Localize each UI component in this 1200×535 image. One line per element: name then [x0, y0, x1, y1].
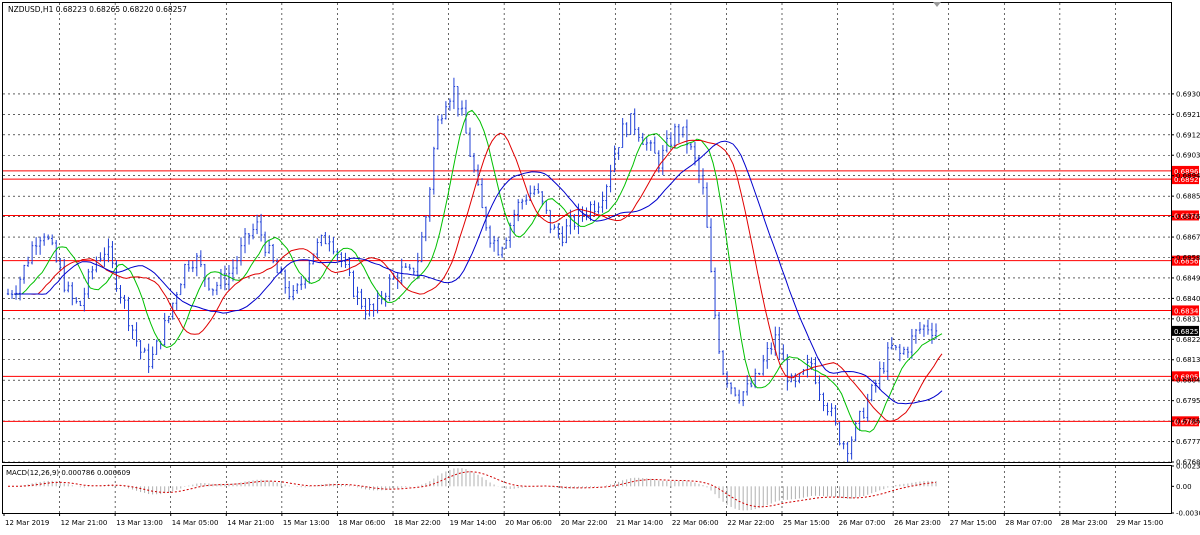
price-label: 0.69300: [1176, 90, 1200, 98]
price-label: 0.69030: [1176, 152, 1200, 160]
macd-label: 0.00: [1176, 483, 1192, 491]
time-label: 12 Mar 21:00: [61, 519, 108, 527]
price-label: 0.69210: [1176, 111, 1200, 119]
price-label: 0.69120: [1176, 131, 1200, 139]
time-label: 19 Mar 14:00: [450, 519, 497, 527]
time-label: 27 Mar 15:00: [950, 519, 997, 527]
price-label: 0.68220: [1176, 336, 1200, 344]
time-label: 22 Mar 22:00: [727, 519, 774, 527]
time-label: 14 Mar 21:00: [227, 519, 274, 527]
symbol-info: NZDUSD,H1 0.68223 0.68265 0.68220 0.6825…: [8, 5, 187, 14]
time-label: 26 Mar 07:00: [839, 519, 886, 527]
chart-window: 0.689250.689610.687650.685660.683470.680…: [0, 0, 1200, 531]
time-label: 13 Mar 13:00: [116, 519, 163, 527]
time-label: 20 Mar 22:00: [561, 519, 608, 527]
time-label: 20 Mar 06:00: [505, 519, 552, 527]
time-label: 25 Mar 15:00: [783, 519, 830, 527]
macd-label: 0.00234: [1176, 463, 1200, 471]
price-label: 0.67770: [1176, 438, 1200, 446]
time-label: 14 Mar 05:00: [172, 519, 219, 527]
time-label: 12 Mar 2019: [5, 519, 49, 527]
price-label: 0.68400: [1176, 295, 1200, 303]
price-label: 0.68040: [1176, 377, 1200, 385]
price-label: 0.68580: [1176, 254, 1200, 262]
time-label: 22 Mar 06:00: [672, 519, 719, 527]
macd-info: MACD(12,26,9) 0.000786 0.000609: [6, 469, 130, 477]
price-label: 0.68670: [1176, 234, 1200, 242]
time-label: 28 Mar 07:00: [1005, 519, 1052, 527]
macd-label: -0.00307: [1176, 510, 1200, 518]
price-label: 0.67950: [1176, 397, 1200, 405]
price-label: 0.68760: [1176, 213, 1200, 221]
level-label: 0.68347: [1174, 307, 1200, 315]
time-label: 18 Mar 06:00: [338, 519, 385, 527]
time-label: 26 Mar 23:00: [894, 519, 941, 527]
price-label: 0.68310: [1176, 315, 1200, 323]
price-label: 0.68940: [1176, 172, 1200, 180]
time-label: 15 Mar 13:00: [283, 519, 330, 527]
price-label: 0.68130: [1176, 356, 1200, 364]
time-label: 29 Mar 15:00: [1116, 519, 1163, 527]
time-label: 18 Mar 22:00: [394, 519, 441, 527]
chart-canvas[interactable]: 0.689250.689610.687650.685660.683470.680…: [0, 0, 1200, 531]
current-price-label: 0.68257: [1174, 328, 1200, 336]
time-label: 21 Mar 14:00: [616, 519, 663, 527]
price-label: 0.67860: [1176, 418, 1200, 426]
price-label: 0.68850: [1176, 193, 1200, 201]
price-label: 0.68490: [1176, 274, 1200, 282]
time-label: 28 Mar 23:00: [1061, 519, 1108, 527]
